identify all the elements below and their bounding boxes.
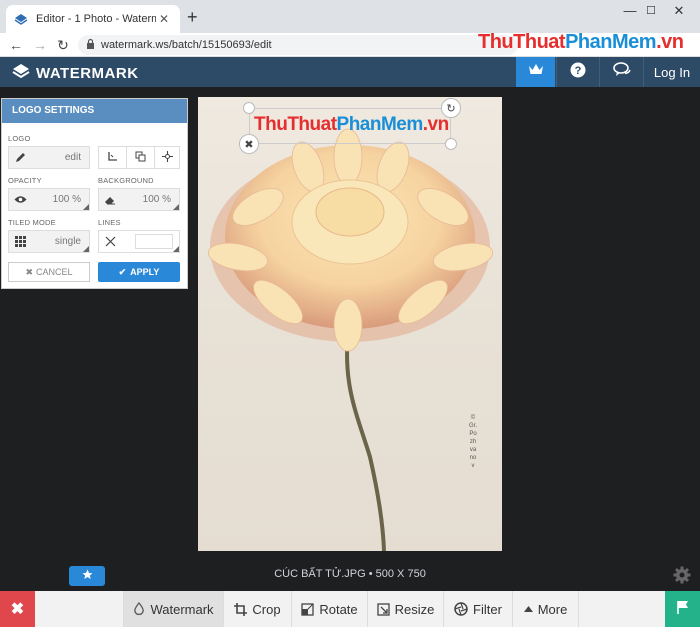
logo-icon — [12, 63, 30, 84]
grid-icon — [9, 236, 31, 247]
watermark-logo-text[interactable]: ThuThuatPhanMem.vn — [254, 114, 449, 136]
settings-button[interactable] — [673, 566, 691, 589]
cancel-button[interactable]: ✖ CANCEL — [8, 262, 90, 282]
apply-button[interactable]: ✔ APPLY — [98, 262, 180, 282]
url-field[interactable]: watermark.ws/batch/15150693/edit — [78, 35, 518, 55]
check-icon: ✔ — [118, 266, 127, 277]
browser-tabstrip: Editor - 1 Photo - Watermark.ws ✕ + — ☐ … — [0, 0, 700, 33]
center-button[interactable] — [154, 146, 180, 169]
close-tab-icon[interactable]: ✕ — [156, 12, 172, 26]
tool-crop[interactable]: Crop — [223, 591, 291, 627]
cancel-label: CANCEL — [36, 267, 73, 277]
rotate-watermark-icon[interactable]: ↻ — [441, 98, 461, 118]
star-icon — [82, 567, 93, 585]
photo-credit: ©Gr.Pozhvanov — [469, 415, 478, 469]
site-brand-watermark: ThuThuatPhanMem.vn — [478, 31, 684, 53]
background-field[interactable]: 100 % — [98, 188, 180, 211]
finish-button[interactable] — [665, 591, 700, 627]
pencil-icon — [9, 152, 31, 163]
copy-icon — [135, 149, 146, 167]
delete-watermark-icon[interactable]: ✖ — [239, 134, 259, 154]
forward-arrow-icon[interactable]: → — [30, 35, 50, 55]
no-lines-icon — [99, 236, 121, 247]
dropdown-corner-icon — [83, 204, 89, 210]
dropdown-corner-icon — [83, 246, 89, 252]
photo-caption: CÚC BẤT TỬ.JPG • 500 X 750 — [274, 568, 426, 580]
gear-icon — [673, 566, 691, 588]
caret-up-icon — [523, 606, 533, 612]
align-corner-button[interactable] — [98, 146, 127, 169]
close-icon: ✖ — [25, 266, 34, 277]
background-value: 100 % — [142, 194, 171, 205]
opacity-value: 100 % — [52, 194, 81, 205]
help-button[interactable]: ? — [556, 57, 599, 87]
app-header: WATERMARK ? Log In — [0, 57, 700, 87]
bottom-toolbar: ✖ Watermark Crop Rotate Resize Filter Mo… — [0, 591, 700, 627]
tiled-mode-value: single — [54, 236, 81, 247]
apply-label: APPLY — [130, 267, 160, 277]
help-icon: ? — [570, 62, 586, 83]
background-label: BACKGROUND — [98, 176, 154, 185]
browser-tab[interactable]: Editor - 1 Photo - Watermark.ws ✕ — [6, 5, 180, 33]
new-tab-button[interactable]: + — [187, 8, 198, 26]
opacity-field[interactable]: 100 % — [8, 188, 90, 211]
tool-crop-label: Crop — [252, 601, 281, 617]
tiled-mode-label: TILED MODE — [8, 218, 56, 227]
window-close-button[interactable]: ✕ — [656, 2, 700, 20]
tool-watermark-label: Watermark — [150, 601, 214, 617]
resize-handle-top-left[interactable] — [243, 102, 255, 114]
dropdown-corner-icon — [173, 246, 179, 252]
back-arrow-icon[interactable]: ← — [6, 35, 26, 55]
tool-watermark[interactable]: Watermark — [123, 591, 223, 627]
tab-title: Editor - 1 Photo - Watermark.ws — [36, 13, 156, 25]
panel-title: LOGO SETTINGS — [2, 99, 187, 123]
favorite-button[interactable] — [69, 566, 105, 586]
tool-more[interactable]: More — [512, 591, 579, 627]
discard-button[interactable]: ✖ — [0, 591, 35, 627]
reload-icon[interactable]: ↻ — [53, 35, 73, 55]
svg-text:?: ? — [575, 65, 582, 77]
tiled-mode-field[interactable]: single — [8, 230, 90, 253]
tool-rotate-label: Rotate — [319, 601, 358, 617]
tool-more-label: More — [537, 601, 568, 617]
flag-icon — [676, 600, 690, 619]
url-text: watermark.ws/batch/15150693/edit — [101, 39, 272, 51]
lock-icon — [86, 36, 95, 54]
crown-icon — [528, 63, 544, 81]
logo-text: WATERMARK — [36, 65, 139, 82]
chat-button[interactable] — [599, 57, 643, 87]
tool-resize-label: Resize — [394, 601, 435, 617]
logo-edit-field[interactable]: edit — [8, 146, 90, 169]
crop-icon — [234, 602, 248, 616]
dropdown-corner-icon — [173, 204, 179, 210]
app-logo[interactable]: WATERMARK — [12, 63, 139, 84]
tool-filter-label: Filter — [473, 601, 502, 617]
premium-button[interactable] — [516, 57, 555, 87]
crosshair-icon — [161, 149, 173, 167]
rotate-icon — [301, 602, 314, 616]
eye-icon — [9, 195, 31, 204]
tool-resize[interactable]: Resize — [367, 591, 443, 627]
login-button[interactable]: Log In — [643, 57, 700, 87]
lines-field[interactable] — [98, 230, 180, 253]
tool-rotate[interactable]: Rotate — [291, 591, 367, 627]
eraser-icon — [99, 195, 121, 205]
drop-icon — [133, 602, 145, 616]
resize-icon — [376, 602, 390, 616]
tool-filter[interactable]: Filter — [443, 591, 512, 627]
resize-handle-bottom-right[interactable] — [445, 138, 457, 150]
lines-label: LINES — [98, 218, 121, 227]
watermark-favicon-icon — [14, 12, 28, 26]
line-color-swatch[interactable] — [135, 234, 173, 249]
flower-image — [207, 128, 494, 551]
opacity-label: OPACITY — [8, 176, 42, 185]
corner-align-icon — [107, 149, 118, 167]
photo-canvas[interactable]: ©Gr.Pozhvanov — [198, 97, 502, 551]
chat-icon — [612, 62, 631, 82]
close-icon: ✖ — [10, 601, 25, 618]
duplicate-button[interactable] — [126, 146, 155, 169]
logo-label: LOGO — [8, 134, 31, 143]
logo-edit-value: edit — [64, 152, 81, 163]
aperture-icon — [454, 602, 468, 616]
